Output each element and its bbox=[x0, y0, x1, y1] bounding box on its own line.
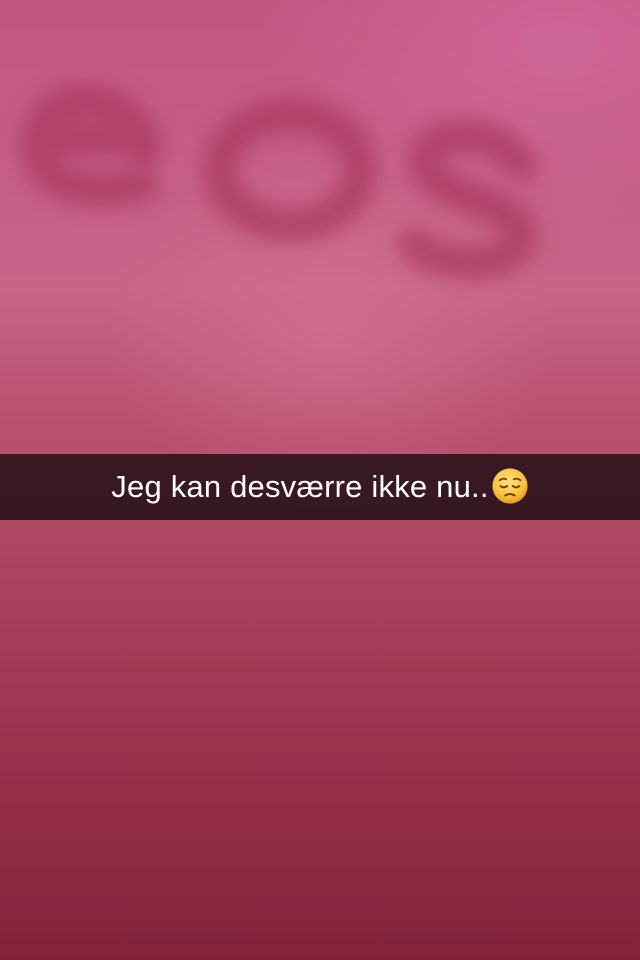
caption-message: Jeg kan desværre ikke nu.. bbox=[111, 469, 489, 504]
caption-text: Jeg kan desværre ikke nu.. bbox=[111, 454, 528, 520]
pensive-face-icon bbox=[492, 468, 528, 504]
caption-bar: Jeg kan desværre ikke nu.. bbox=[0, 454, 640, 520]
blurred-shape-background bbox=[20, 84, 538, 280]
